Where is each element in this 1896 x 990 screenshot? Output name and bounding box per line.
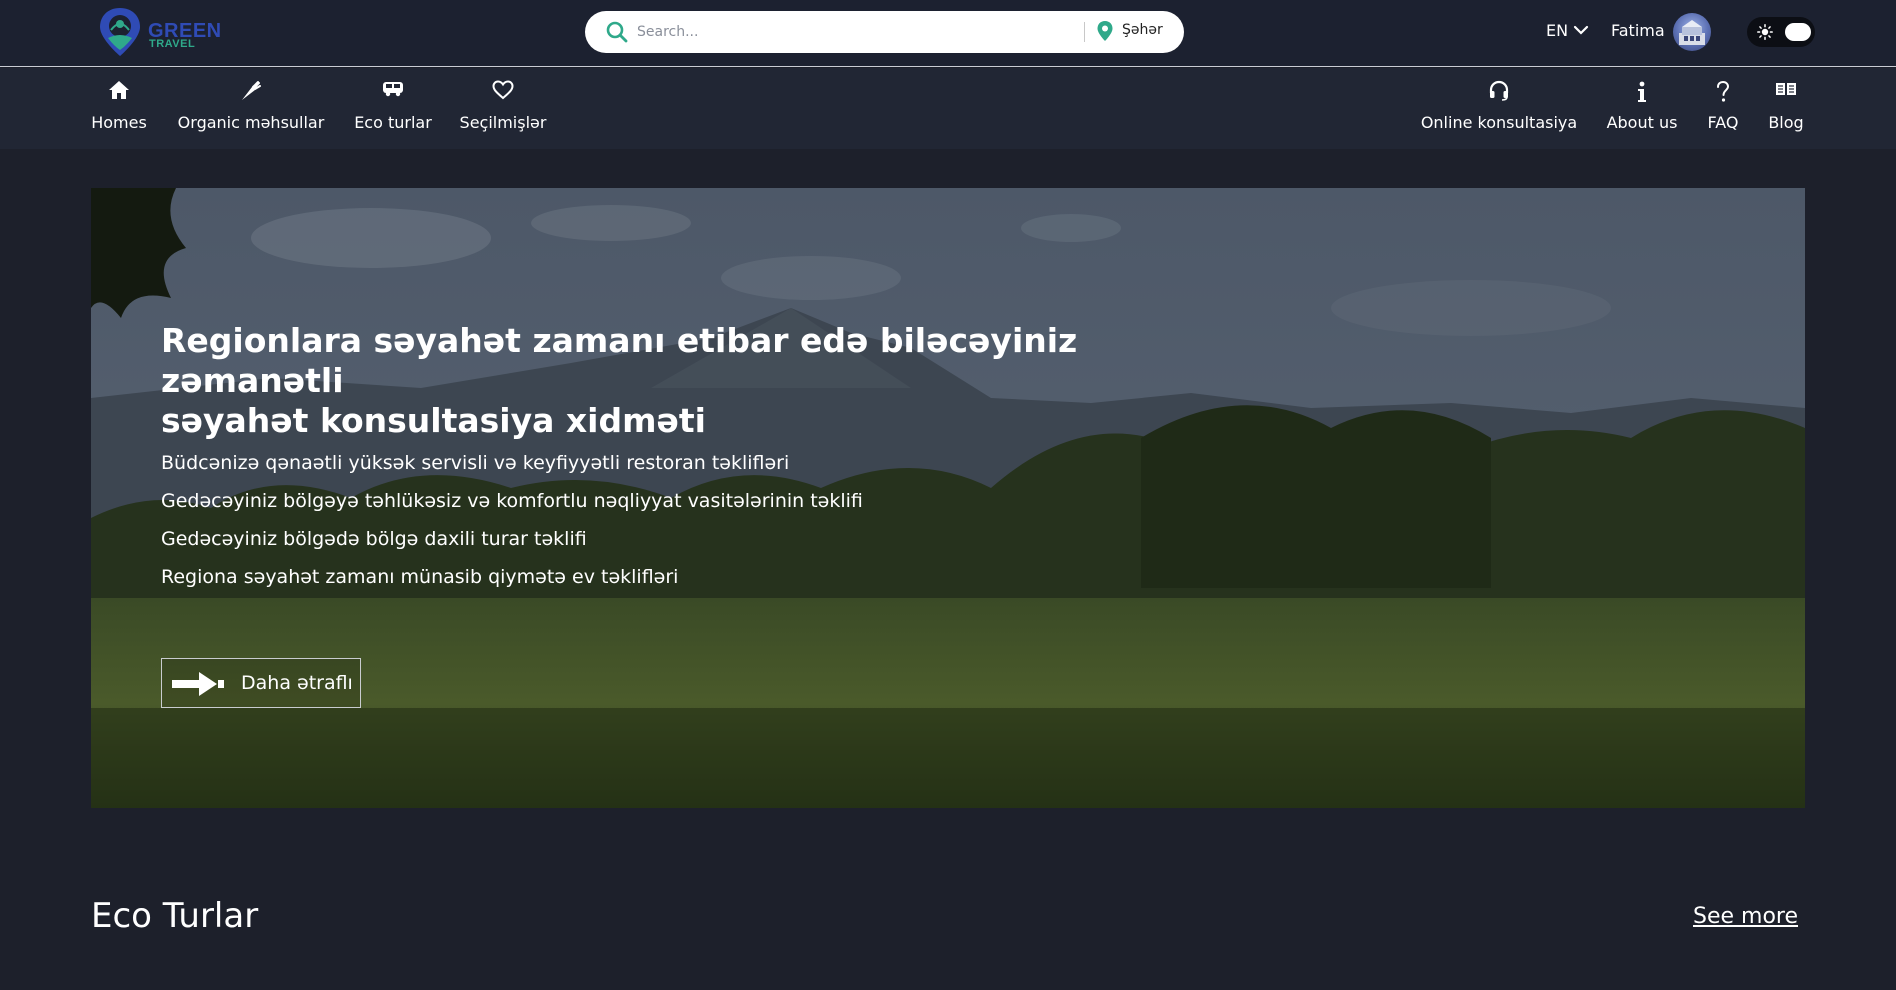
nav-item-blog[interactable]: Blog bbox=[1760, 68, 1812, 149]
hero-feature-list: Büdcənizə qənaətli yüksək servisli və ke… bbox=[161, 444, 863, 596]
language-selector[interactable]: EN bbox=[1546, 21, 1568, 40]
hero-feature-item: Regiona səyahət zamanı münasib qiymətə e… bbox=[161, 566, 679, 588]
theme-toggle[interactable] bbox=[1747, 17, 1815, 47]
search-input[interactable] bbox=[637, 21, 1057, 43]
nav-label: Blog bbox=[1768, 113, 1804, 132]
nav-item-favorites[interactable]: Seçilmişlər bbox=[454, 68, 552, 149]
bus-icon bbox=[383, 82, 403, 97]
hero-title-line-2: səyahət konsultasiya xidməti bbox=[161, 401, 706, 440]
user-name[interactable]: Fatima bbox=[1611, 21, 1665, 40]
city-selector[interactable]: Şəhər bbox=[1122, 22, 1163, 38]
search-divider bbox=[1084, 22, 1085, 42]
hero-banner: Regionlara səyahət zamanı etibar edə bil… bbox=[91, 188, 1805, 808]
search-icon[interactable] bbox=[605, 20, 629, 44]
question-icon bbox=[1717, 80, 1730, 102]
hero-feature-item: Gedəcəyiniz bölgəyə təhlükəsiz və komfor… bbox=[161, 490, 863, 512]
book-icon bbox=[1776, 83, 1796, 95]
nav-label: Homes bbox=[91, 113, 147, 132]
nav-label: About us bbox=[1606, 113, 1678, 132]
nav-label: Organic məhsullar bbox=[177, 113, 325, 132]
hero-title: Regionlara səyahət zamanı etibar edə bil… bbox=[161, 321, 1261, 441]
hero-feature-item: Büdcənizə qənaətli yüksək servisli və ke… bbox=[161, 452, 790, 474]
nav-label: Seçilmişlər bbox=[459, 113, 547, 132]
nav-label: Eco turlar bbox=[354, 113, 432, 132]
sun-icon bbox=[1757, 24, 1773, 40]
learn-more-button[interactable]: Daha ətraflı bbox=[161, 658, 361, 708]
nav-label: FAQ bbox=[1707, 113, 1739, 132]
main-nav: Homes Organic məhsullar Eco turlar Seçil… bbox=[0, 68, 1896, 149]
arrow-right-icon bbox=[172, 672, 224, 696]
nav-item-eco-tours[interactable]: Eco turlar bbox=[348, 68, 438, 149]
green-travel-logo[interactable]: GREEN TRAVEL bbox=[96, 6, 221, 62]
logo-text-travel: TRAVEL bbox=[149, 38, 196, 50]
nav-item-faq[interactable]: FAQ bbox=[1700, 68, 1746, 149]
learn-more-label: Daha ətraflı bbox=[241, 672, 353, 694]
avatar[interactable] bbox=[1673, 13, 1711, 51]
nav-item-about-us[interactable]: About us bbox=[1598, 68, 1686, 149]
top-bar: GREEN TRAVEL Şəhər EN Fatima bbox=[0, 0, 1896, 67]
toggle-knob bbox=[1785, 23, 1811, 41]
location-pin-icon[interactable] bbox=[1096, 20, 1114, 42]
info-icon bbox=[1638, 81, 1646, 102]
home-icon bbox=[109, 81, 129, 99]
see-more-link[interactable]: See more bbox=[1693, 904, 1798, 929]
hero-feature-item: Gedəcəyiniz bölgədə bölgə daxili turar t… bbox=[161, 528, 587, 550]
nav-label: Online konsultasiya bbox=[1420, 113, 1578, 132]
avatar-image bbox=[1679, 20, 1705, 45]
logo-pin-icon bbox=[100, 8, 140, 56]
nav-item-homes[interactable]: Homes bbox=[86, 68, 152, 149]
chevron-down-icon[interactable] bbox=[1573, 24, 1589, 36]
nav-item-organic[interactable]: Organic məhsullar bbox=[170, 68, 332, 149]
eco-tours-title: Eco Turlar bbox=[91, 896, 259, 936]
nav-item-online-consultation[interactable]: Online konsultasiya bbox=[1414, 68, 1584, 149]
headset-icon bbox=[1489, 80, 1509, 101]
search-bar: Şəhər bbox=[585, 11, 1184, 53]
heart-icon bbox=[492, 80, 514, 100]
hero-title-line-1: Regionlara səyahət zamanı etibar edə bil… bbox=[161, 321, 1078, 400]
carrot-icon bbox=[242, 81, 261, 100]
